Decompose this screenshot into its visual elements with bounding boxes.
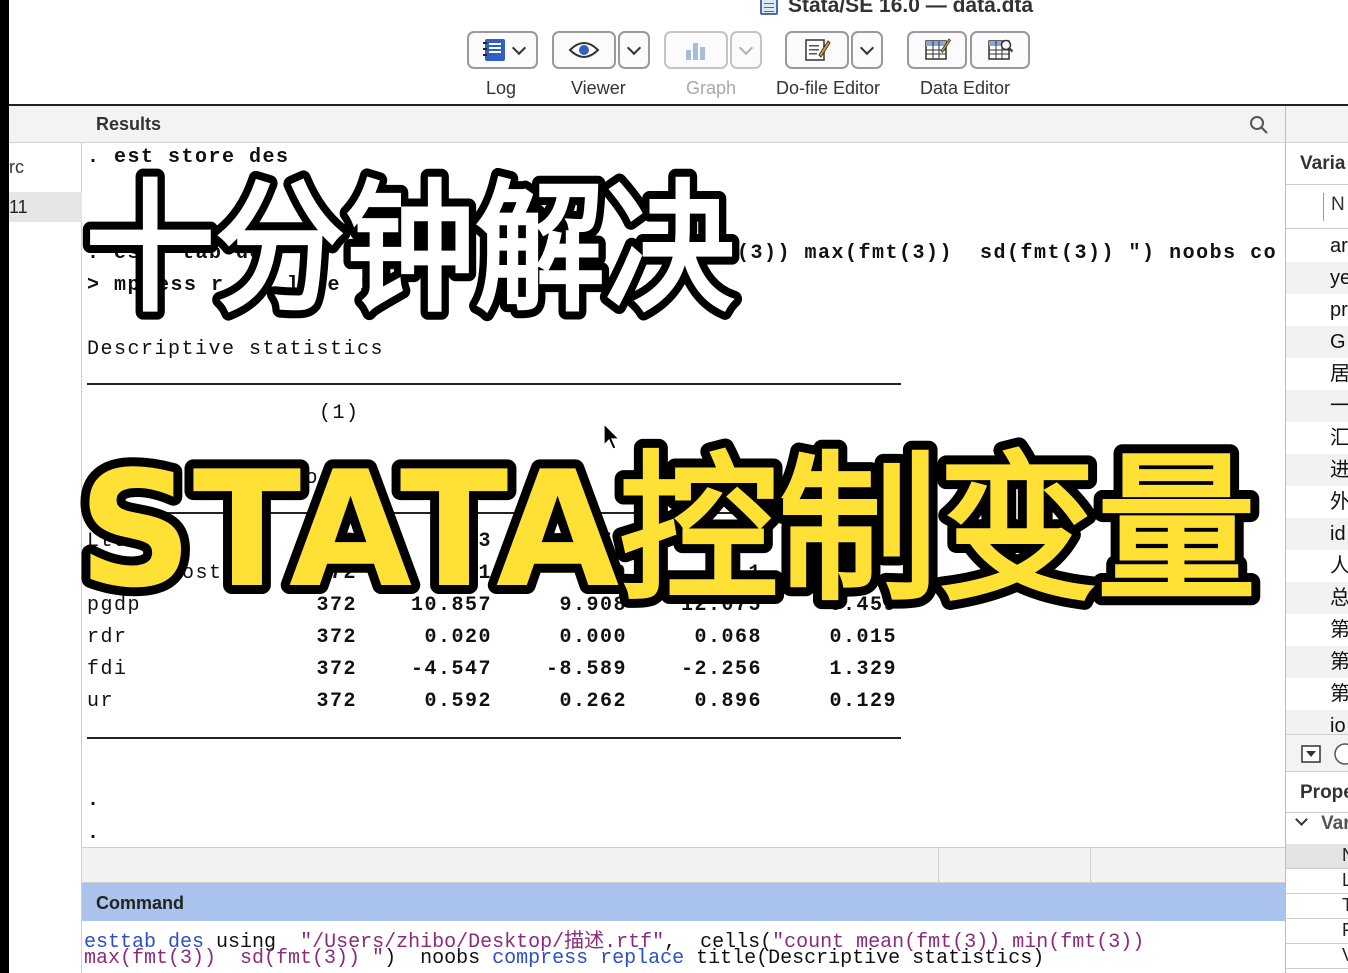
overlay-line-2: STATA控制变量 — [78, 436, 1256, 623]
stata-window: Stata/SE 16.0 — data.dta Log Viewer Grap… — [0, 0, 1348, 973]
video-title-overlay: 十分钟解决 STATA控制变量 — [69, 159, 1265, 632]
overlay-line-1: 十分钟解决 — [85, 167, 735, 332]
